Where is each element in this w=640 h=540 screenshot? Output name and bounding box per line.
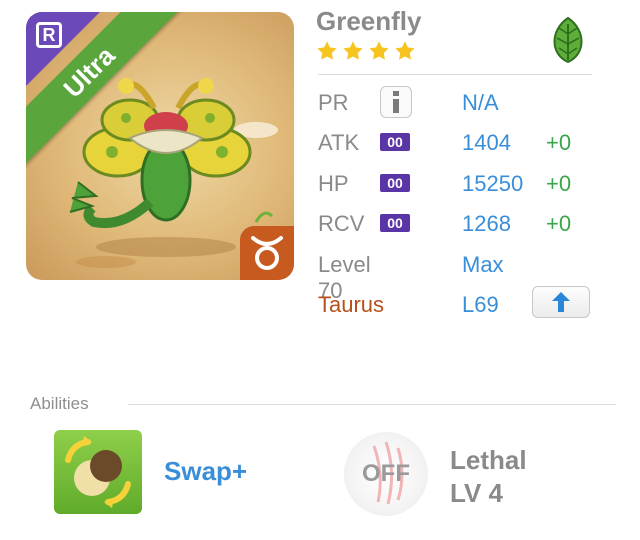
swap-skill-icon[interactable] [54, 430, 142, 514]
leaf-element-icon [542, 14, 594, 71]
stat-label: ATK [318, 130, 360, 155]
stat-value: 1268 [462, 211, 511, 236]
zodiac-label: Taurus [318, 292, 385, 317]
star-rating [316, 40, 416, 62]
ability-state-label: OFF [362, 460, 410, 487]
rarity-badge-icon: R [36, 22, 62, 48]
arrow-up-icon [552, 292, 570, 312]
stat-bonus: +0 [546, 130, 572, 155]
level-value: Max [462, 252, 504, 277]
stat-bonus: +0 [546, 171, 572, 196]
zodiac-level: L69 [462, 292, 499, 317]
plus-badge: 00 [380, 214, 410, 232]
skill-name[interactable]: Swap+ [164, 456, 247, 487]
stat-label: PR [318, 90, 349, 115]
plus-badge: 00 [380, 133, 410, 151]
star-icon [395, 41, 415, 60]
header-divider [318, 74, 592, 75]
stat-bonus: +0 [546, 211, 572, 236]
stat-value: 15250 [462, 171, 524, 196]
stat-value: N/A [462, 90, 499, 115]
star-icon [369, 41, 389, 60]
star-icon [343, 41, 363, 60]
ability-name: Lethal LV 4 [450, 444, 527, 510]
info-button[interactable] [380, 86, 412, 118]
plus-badge: 00 [380, 174, 410, 192]
abilities-section-label: Abilities [30, 394, 89, 413]
stat-value: 1404 [462, 130, 511, 155]
taurus-icon [240, 226, 294, 280]
monster-portrait[interactable]: Ultra R [26, 12, 294, 280]
ability-level: LV 4 [450, 478, 503, 508]
zodiac-upgrade-button[interactable] [532, 286, 590, 318]
abilities-divider [128, 404, 616, 405]
lethal-claw-icon[interactable]: OFF [344, 432, 428, 516]
star-icon [317, 41, 337, 60]
info-icon [393, 91, 399, 113]
stat-label: RCV [318, 211, 365, 236]
ability-title: Lethal [450, 445, 527, 475]
stat-label: HP [318, 171, 349, 196]
monster-name: Greenfly [316, 6, 422, 36]
